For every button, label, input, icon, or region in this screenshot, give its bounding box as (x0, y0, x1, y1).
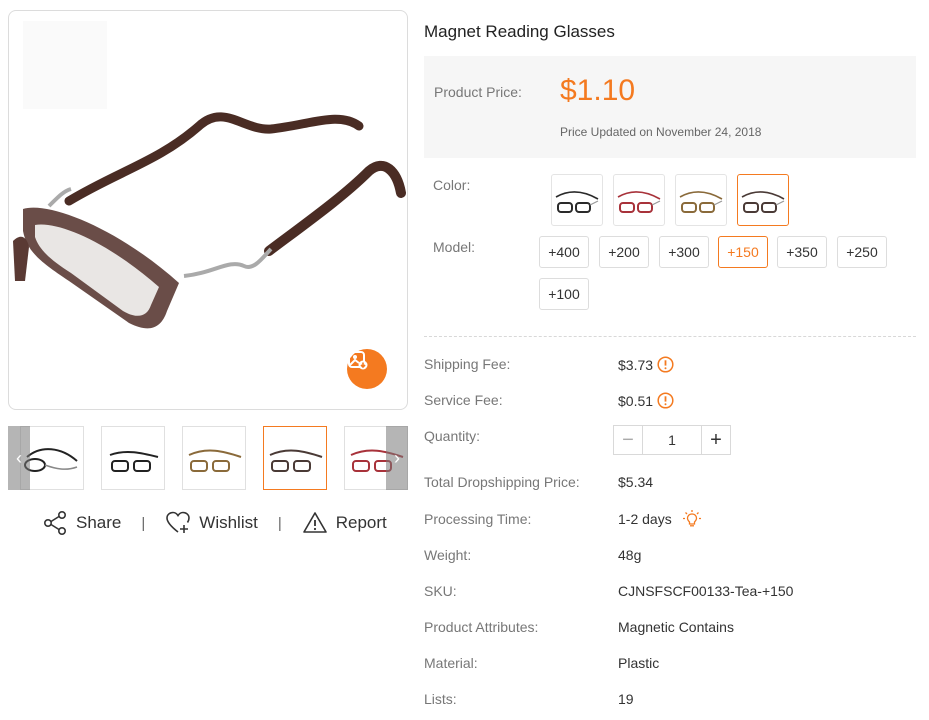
model-option-button[interactable]: +300 (659, 236, 709, 268)
price-box: Product Price: $1.10 Price Updated on No… (424, 56, 916, 158)
price-label: Product Price: (434, 84, 522, 100)
glasses-thumbnail-icon (188, 449, 242, 472)
main-product-image[interactable] (8, 10, 408, 410)
sku-value: CJNSFSCF00133-Tea-+150 (618, 583, 794, 599)
shipping-fee-row: $3.73 (618, 356, 674, 373)
lists-value: 19 (618, 691, 634, 707)
sku-label: SKU: (424, 583, 457, 599)
model-option-button[interactable]: +350 (777, 236, 827, 268)
shipping-fee-label: Shipping Fee: (424, 356, 511, 372)
service-fee-label: Service Fee: (424, 392, 503, 408)
heart-plus-icon (166, 511, 191, 533)
quantity-label: Quantity: (424, 428, 481, 444)
info-icon[interactable] (657, 356, 674, 373)
model-option-button[interactable]: +250 (837, 236, 887, 268)
image-search-button[interactable] (347, 349, 387, 389)
product-attributes-value: Magnetic Contains (618, 619, 734, 635)
thumbnail-prev-button[interactable]: ‹ (8, 426, 30, 490)
warning-icon (302, 512, 327, 533)
thumbnail-3[interactable] (182, 426, 246, 490)
model-option-button[interactable]: +150 (718, 236, 768, 268)
product-attributes-label: Product Attributes: (424, 619, 539, 635)
color-swatch-brown[interactable] (737, 174, 789, 226)
product-title: Magnet Reading Glasses (424, 22, 615, 41)
quantity-increment-button[interactable]: + (701, 426, 730, 454)
action-separator: | (277, 514, 282, 532)
model-label: Model: (433, 239, 476, 255)
thumbnail-next-button[interactable]: › (386, 426, 408, 490)
share-icon (43, 510, 66, 535)
quantity-decrement-button[interactable]: − (614, 426, 643, 454)
action-separator: | (141, 514, 146, 532)
color-swatch-black[interactable] (551, 174, 603, 226)
glasses-thumbnail-icon (269, 449, 323, 472)
thumbnail-strip: ‹ › (8, 426, 408, 490)
report-button[interactable]: Report (302, 510, 387, 536)
processing-time-row: 1-2 days (618, 509, 702, 529)
glasses-swatch-icon (617, 191, 661, 213)
glasses-swatch-icon (741, 191, 785, 213)
chevron-right-icon: › (394, 447, 400, 468)
color-swatch-tea[interactable] (675, 174, 727, 226)
total-price-label: Total Dropshipping Price: (424, 474, 580, 490)
model-option-button[interactable]: +200 (599, 236, 649, 268)
glasses-swatch-icon (679, 191, 723, 213)
action-bar: Share | Wishlist | Report (42, 508, 387, 538)
report-label: Report (335, 513, 387, 532)
shipping-fee-value: $3.73 (618, 356, 654, 373)
service-fee-row: $0.51 (618, 392, 674, 409)
share-label: Share (76, 513, 122, 532)
weight-value: 48g (618, 547, 642, 563)
product-price: $1.10 (560, 74, 636, 107)
material-value: Plastic (618, 655, 660, 671)
weight-label: Weight: (424, 547, 472, 563)
lightbulb-icon[interactable] (682, 509, 702, 529)
model-option-button[interactable]: +400 (539, 236, 589, 268)
image-search-icon (348, 351, 368, 370)
processing-time-label: Processing Time: (424, 511, 532, 527)
quantity-input[interactable] (643, 426, 701, 454)
color-swatch-red[interactable] (613, 174, 665, 226)
quantity-stepper: − + (613, 425, 731, 455)
share-button[interactable]: Share (42, 510, 121, 536)
wishlist-label: Wishlist (199, 513, 258, 532)
service-fee-value: $0.51 (618, 392, 654, 409)
section-divider (424, 336, 916, 337)
glasses-thumbnail-icon (24, 448, 78, 472)
price-updated-date: Price Updated on November 24, 2018 (560, 125, 762, 139)
glasses-thumbnail-icon (109, 450, 159, 472)
plus-icon: + (710, 428, 722, 451)
total-price-value: $5.34 (618, 474, 654, 490)
wishlist-button[interactable]: Wishlist (165, 510, 258, 536)
glasses-swatch-icon (555, 191, 599, 213)
thumbnail-2[interactable] (101, 426, 165, 490)
thumbnail-4[interactable] (263, 426, 327, 490)
color-label: Color: (433, 177, 471, 193)
minus-icon: − (622, 428, 634, 451)
info-icon[interactable] (657, 392, 674, 409)
lists-label: Lists: (424, 691, 457, 707)
model-option-button[interactable]: +100 (539, 278, 589, 310)
processing-time-value: 1-2 days (618, 511, 672, 527)
material-label: Material: (424, 655, 478, 671)
chevron-left-icon: ‹ (16, 447, 22, 468)
